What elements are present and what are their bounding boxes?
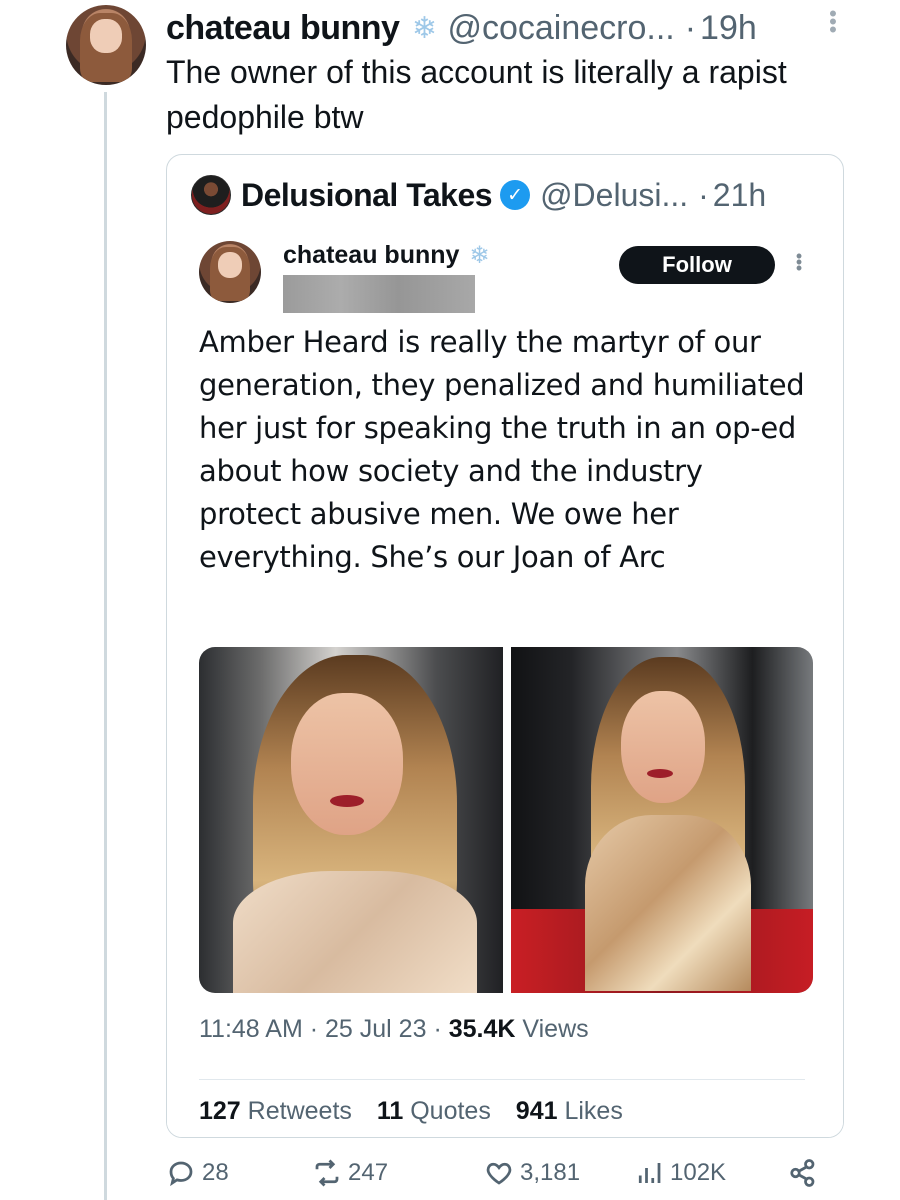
embedded-author-name: chateau bunny bbox=[283, 241, 460, 269]
embedded-stats: 127 Retweets 11 Quotes 941 Likes bbox=[199, 1097, 623, 1126]
quoted-header: Delusional Takes ✓ @Delusi... · 21h bbox=[191, 174, 766, 216]
embedded-tweet-screenshot: chateau bunny ❄ Follow • • • Amber Heard i… bbox=[167, 237, 843, 1137]
author-avatar[interactable] bbox=[66, 5, 146, 85]
embedded-tweet-text: Amber Heard is really the martyr of our … bbox=[199, 325, 805, 574]
more-vertical-icon: • • • bbox=[795, 246, 803, 278]
tweet-header: chateau bunny ❄ @cocainecro... · 19h bbox=[166, 8, 757, 48]
embedded-views-label: Views bbox=[522, 1015, 589, 1043]
quoted-author-name: Delusional Takes bbox=[241, 176, 493, 213]
embedded-author-line: chateau bunny ❄ bbox=[283, 241, 499, 270]
tweet-time[interactable]: 19h bbox=[700, 9, 757, 48]
like-button[interactable]: 3,181 bbox=[484, 1158, 580, 1188]
tweet-actions: 28 247 3,181 102K bbox=[166, 1158, 834, 1198]
meta-separator: · bbox=[309, 1015, 319, 1043]
quotes-label: Quotes bbox=[410, 1097, 491, 1125]
heart-icon bbox=[486, 1162, 512, 1185]
retweets-label: Retweets bbox=[247, 1097, 352, 1125]
share-button[interactable] bbox=[788, 1158, 818, 1188]
quoted-author-avatar bbox=[191, 175, 231, 215]
stats-divider bbox=[199, 1079, 805, 1080]
embedded-author-avatar bbox=[199, 241, 261, 303]
quoted-time-separator: · bbox=[698, 176, 709, 213]
photo-right bbox=[511, 647, 813, 993]
retweets-count: 127 bbox=[199, 1097, 241, 1125]
share-icon bbox=[790, 1159, 815, 1187]
snowflake-icon: ❄ bbox=[469, 242, 490, 269]
follow-button: Follow bbox=[619, 246, 775, 284]
views-count: 102K bbox=[670, 1159, 727, 1186]
quotes-count: 11 bbox=[376, 1097, 404, 1125]
repost-count: 247 bbox=[348, 1159, 389, 1186]
author-name[interactable]: chateau bunny bbox=[166, 9, 400, 48]
quoted-author-handle: @Delusi... bbox=[540, 176, 689, 213]
repost-button[interactable]: 247 bbox=[312, 1158, 388, 1188]
views-button[interactable]: 102K bbox=[634, 1158, 726, 1188]
embedded-date: 25 Jul 23 bbox=[325, 1015, 427, 1043]
redacted-handle bbox=[283, 275, 475, 313]
verified-badge-icon: ✓ bbox=[500, 180, 531, 210]
reply-count: 28 bbox=[202, 1159, 229, 1186]
likes-count: 941 bbox=[515, 1097, 558, 1125]
embedded-tweet-meta: 11:48 AM · 25 Jul 23 · 35.4K Views bbox=[199, 1015, 589, 1044]
thread-line bbox=[104, 92, 107, 1200]
reply-icon bbox=[169, 1161, 193, 1187]
quoted-time: 21h bbox=[712, 176, 767, 213]
repost-icon bbox=[315, 1159, 339, 1187]
embedded-views-count: 35.4K bbox=[448, 1015, 516, 1043]
like-count: 3,181 bbox=[520, 1159, 581, 1186]
photo-left bbox=[199, 647, 503, 993]
analytics-icon bbox=[638, 1163, 661, 1183]
tweet-text: The owner of this account is literally a… bbox=[166, 54, 787, 135]
more-vertical-icon[interactable]: • • • bbox=[828, 3, 838, 41]
time-separator: · bbox=[684, 8, 697, 47]
author-handle[interactable]: @cocainecro... bbox=[447, 9, 674, 48]
embedded-time: 11:48 AM bbox=[199, 1015, 303, 1043]
meta-separator: · bbox=[433, 1015, 442, 1043]
quoted-tweet-card[interactable]: Delusional Takes ✓ @Delusi... · 21h chat… bbox=[166, 154, 844, 1138]
likes-label: Likes bbox=[564, 1097, 623, 1125]
snowflake-icon: ❄ bbox=[411, 11, 437, 45]
reply-button[interactable]: 28 bbox=[166, 1158, 229, 1188]
